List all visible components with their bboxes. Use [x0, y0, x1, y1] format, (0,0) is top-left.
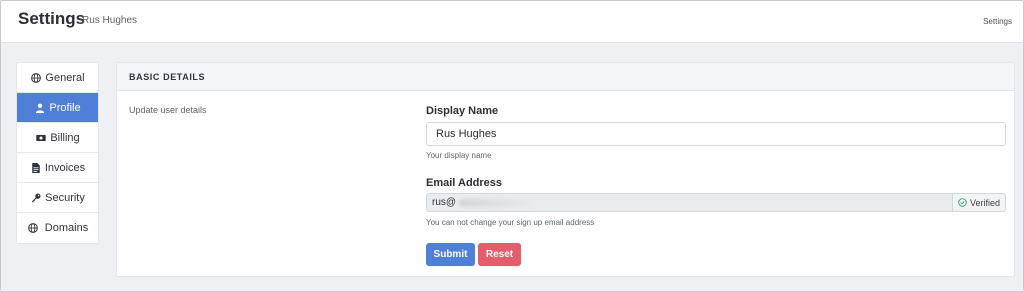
- globe-icon: [30, 72, 42, 84]
- page-subtitle: Rus Hughes: [82, 15, 138, 26]
- page-title: Settings: [18, 9, 86, 28]
- basic-details-card: BASIC DETAILS Update user details Displa…: [116, 62, 1015, 277]
- email-help: You can not change your sign up email ad…: [426, 218, 595, 227]
- display-name-input[interactable]: [426, 122, 1006, 146]
- breadcrumb[interactable]: Settings: [983, 17, 1012, 26]
- sidebar-item-label: Domains: [44, 222, 89, 234]
- sidebar-item-label: Security: [45, 191, 85, 204]
- sidebar-item-label: Profile: [49, 101, 81, 114]
- globe-icon: [27, 222, 39, 234]
- card-description: Update user details: [129, 105, 207, 115]
- top-bar: Settings Rus Hughes Settings: [1, 1, 1023, 43]
- sidebar-item-security[interactable]: Security: [17, 183, 98, 213]
- verified-badge: Verified: [951, 194, 1005, 211]
- file-icon: [30, 162, 42, 174]
- reset-button[interactable]: Reset: [478, 243, 521, 266]
- sidebar-item-domains[interactable]: Domains: [17, 213, 98, 243]
- sidebar-item-label: Invoices: [44, 161, 86, 174]
- settings-window: Settings Rus Hughes Settings General Pro…: [0, 0, 1024, 292]
- email-field: Verified: [426, 193, 1006, 212]
- sidebar-item-general[interactable]: General: [17, 63, 98, 93]
- verified-label: Verified: [969, 197, 1000, 208]
- sidebar-item-profile[interactable]: Profile: [17, 93, 98, 123]
- display-name-label: Display Name: [426, 105, 499, 117]
- money-bill-icon: [35, 132, 47, 144]
- sidebar-item-label: Billing: [50, 131, 80, 144]
- check-circle-icon: [958, 198, 967, 207]
- email-redaction: [459, 199, 539, 207]
- sidebar-item-billing[interactable]: Billing: [17, 123, 98, 153]
- sidebar-item-invoices[interactable]: Invoices: [17, 153, 98, 183]
- card-heading: BASIC DETAILS: [117, 63, 1014, 91]
- email-label: Email Address: [426, 177, 503, 189]
- settings-sidebar: General Profile Billing Invoices Securit…: [16, 62, 99, 244]
- sidebar-item-label: General: [45, 71, 85, 84]
- key-icon: [30, 192, 42, 204]
- display-name-help: Your display name: [426, 151, 492, 160]
- user-icon: [34, 102, 46, 114]
- submit-button[interactable]: Submit: [426, 243, 475, 266]
